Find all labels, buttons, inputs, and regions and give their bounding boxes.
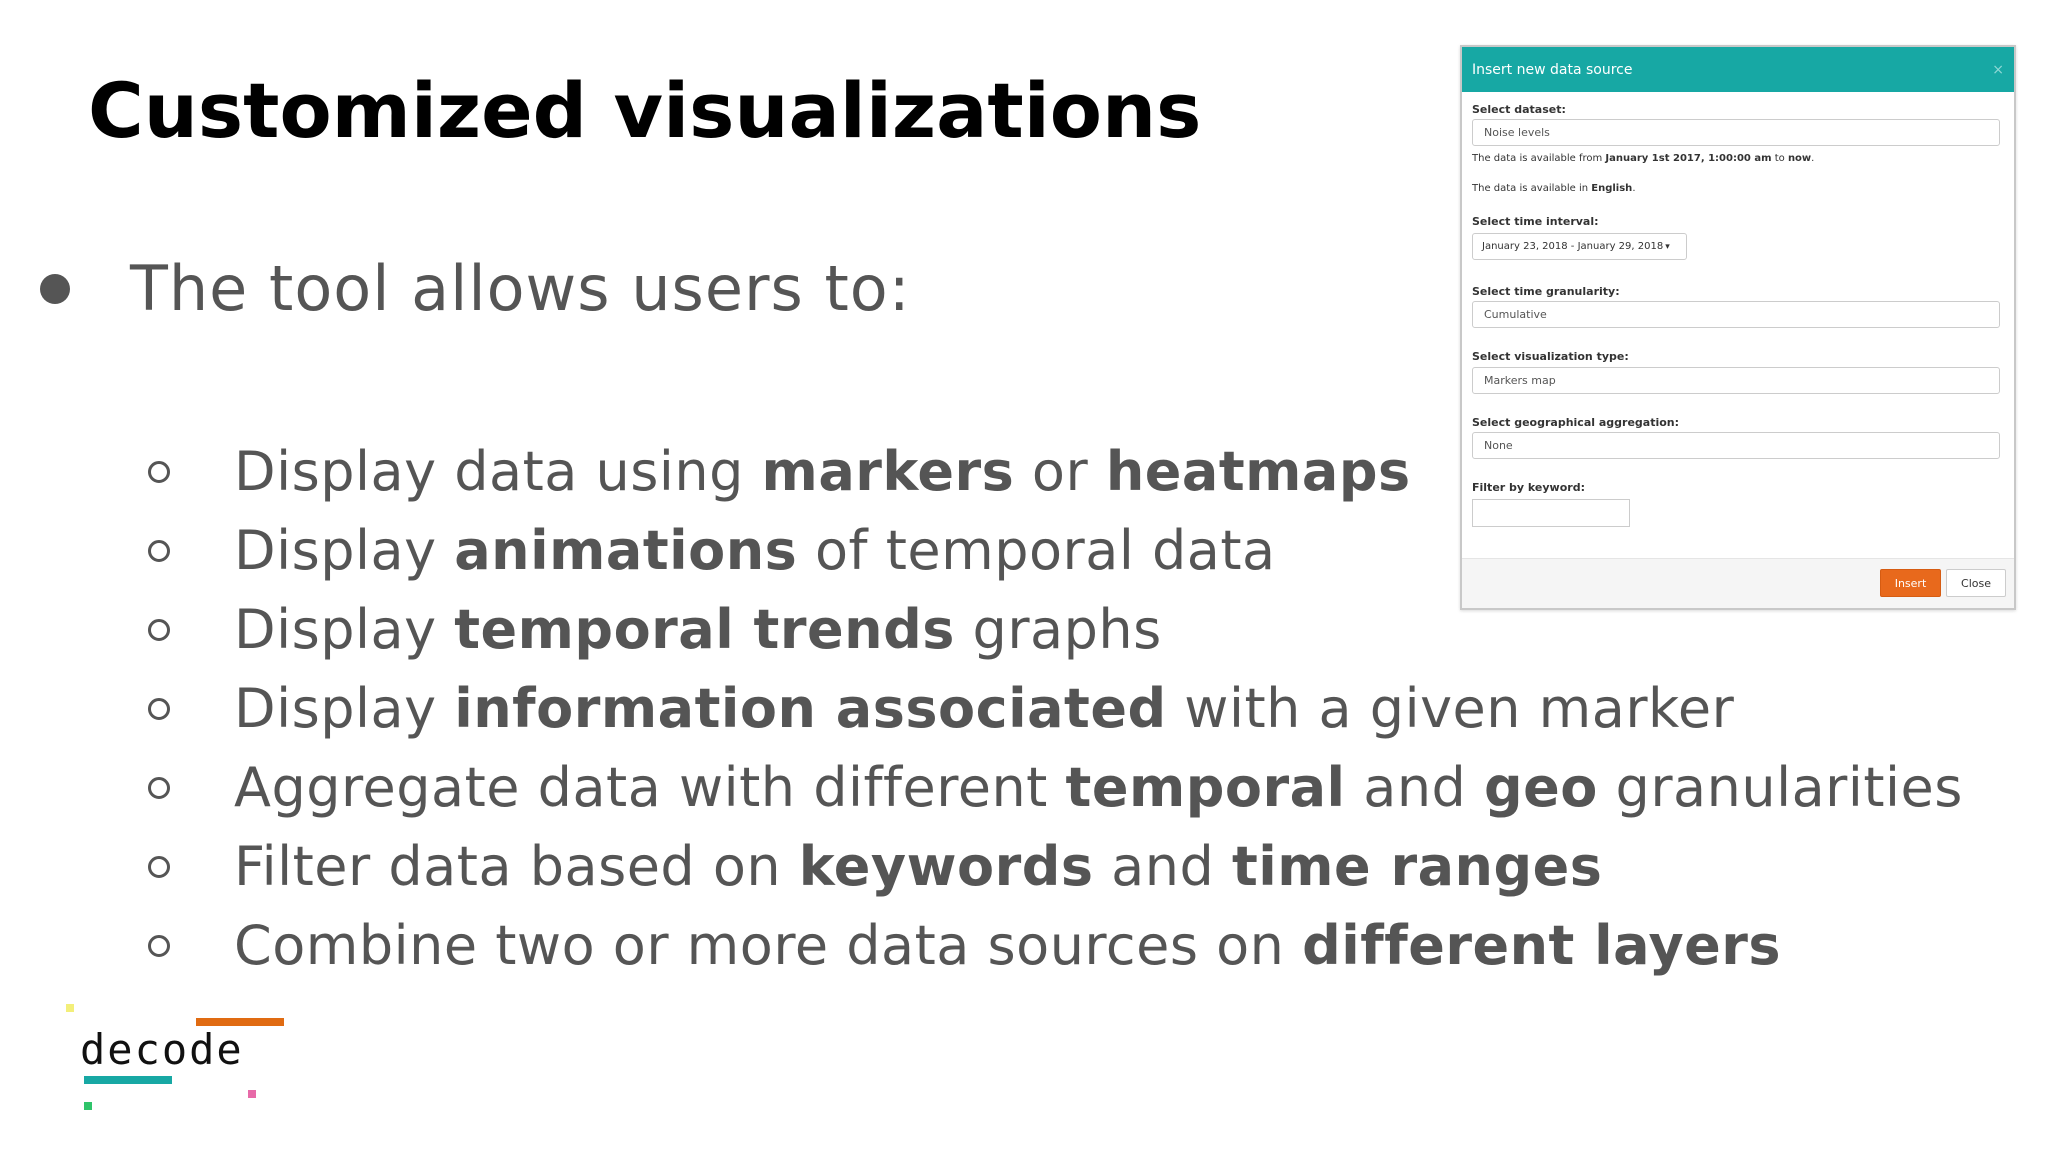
availability-from: January 1st 2017, 1:00:00 am: [1605, 153, 1772, 164]
granularity-label: Select time granularity:: [1472, 285, 1620, 298]
logo-yellow-square: [66, 1004, 74, 1012]
bold-segment: temporal trends: [454, 598, 955, 661]
keyword-label: Filter by keyword:: [1472, 481, 1585, 494]
bold-segment: geo: [1484, 756, 1598, 819]
logo-teal-bar: [84, 1076, 172, 1084]
insert-button[interactable]: Insert: [1880, 569, 1941, 597]
availability-text: The data is available from January 1st 2…: [1472, 153, 1814, 164]
availability-prefix: The data is available from: [1472, 153, 1606, 164]
availability-mid: to: [1771, 153, 1788, 164]
text-segment: Combine two or more data sources on: [234, 914, 1303, 977]
bold-segment: animations: [454, 519, 798, 582]
decode-logo: decode: [60, 996, 300, 1116]
hollow-circle-bullet-icon: [148, 539, 170, 562]
hollow-circle-bullet-icon: [148, 618, 170, 641]
bold-segment: heatmaps: [1105, 440, 1411, 503]
text-segment: Display: [234, 598, 455, 661]
text-segment: Display: [234, 677, 455, 740]
dataset-select[interactable]: Noise levels: [1472, 119, 2000, 146]
close-icon[interactable]: ×: [1992, 62, 2004, 78]
text-segment: with a given marker: [1166, 677, 1735, 740]
logo-text: decode: [80, 1025, 244, 1074]
bold-segment: time ranges: [1231, 835, 1603, 898]
text-segment: or: [1014, 440, 1106, 503]
bold-segment: information associated: [454, 677, 1167, 740]
sub-bullet-item: Aggregate data with different temporal a…: [148, 748, 1963, 827]
geo-aggregation-select[interactable]: None: [1472, 432, 2000, 459]
dialog-footer: Insert Close: [1462, 558, 2014, 608]
availability-to: now: [1787, 153, 1812, 164]
dialog-header: Insert new data source ×: [1462, 47, 2014, 92]
granularity-select[interactable]: Cumulative: [1472, 301, 2000, 328]
hollow-circle-bullet-icon: [148, 776, 170, 799]
text-segment: Filter data based on: [234, 835, 799, 898]
vis-type-select[interactable]: Markers map: [1472, 367, 2000, 394]
bold-segment: temporal: [1065, 756, 1346, 819]
logo-pink-square: [248, 1090, 256, 1098]
caret-down-icon: ▾: [1665, 241, 1670, 252]
sub-bullet-text: Filter data based on keywords and time r…: [234, 835, 1602, 898]
text-segment: Display data using: [234, 440, 762, 503]
keyword-input[interactable]: [1472, 499, 1630, 527]
geo-aggregation-label: Select geographical aggregation:: [1472, 416, 1680, 429]
hollow-circle-bullet-icon: [148, 460, 170, 483]
bold-segment: markers: [761, 440, 1015, 503]
main-bullet: The tool allows users to:: [40, 252, 911, 325]
language-prefix: The data is available in: [1472, 183, 1592, 194]
sub-bullet-text: Aggregate data with different temporal a…: [234, 756, 1963, 819]
dataset-label: Select dataset:: [1472, 103, 1566, 116]
hollow-circle-bullet-icon: [148, 934, 170, 957]
close-button[interactable]: Close: [1946, 569, 2006, 597]
logo-green-square: [84, 1102, 92, 1110]
bullet-dot-icon: [40, 273, 70, 304]
text-segment: granularities: [1597, 756, 1963, 819]
language-end: .: [1632, 183, 1636, 194]
sub-bullet-text: Display temporal trends graphs: [234, 598, 1162, 661]
insert-data-source-dialog: Insert new data source × Select dataset:…: [1460, 45, 2016, 610]
dialog-title: Insert new data source: [1472, 61, 1633, 78]
text-segment: and: [1093, 835, 1232, 898]
main-bullet-text: The tool allows users to:: [130, 252, 911, 325]
text-segment: and: [1345, 756, 1484, 819]
sub-bullet-text: Display information associated with a gi…: [234, 677, 1734, 740]
sub-bullet-text: Display animations of temporal data: [234, 519, 1276, 582]
sub-bullet-text: Display data using markers or heatmaps: [234, 440, 1411, 503]
language-value: English: [1591, 183, 1633, 194]
hollow-circle-bullet-icon: [148, 855, 170, 878]
sub-bullet-item: Filter data based on keywords and time r…: [148, 827, 1963, 906]
time-interval-value: January 23, 2018 - January 29, 2018: [1482, 241, 1664, 252]
text-segment: Aggregate data with different: [234, 756, 1066, 819]
sub-bullet-text: Combine two or more data sources on diff…: [234, 914, 1781, 977]
text-segment: graphs: [954, 598, 1162, 661]
slide-title: Customized visualizations: [88, 66, 1202, 155]
interval-label: Select time interval:: [1472, 215, 1599, 228]
language-text: The data is available in English.: [1472, 183, 1636, 194]
sub-bullet-item: Display information associated with a gi…: [148, 669, 1963, 748]
availability-end: .: [1811, 153, 1815, 164]
bold-segment: different layers: [1302, 914, 1782, 977]
dialog-body: Select dataset: Noise levels The data is…: [1462, 92, 2014, 557]
sub-bullet-item: Combine two or more data sources on diff…: [148, 906, 1963, 985]
text-segment: Display: [234, 519, 455, 582]
text-segment: of temporal data: [797, 519, 1276, 582]
time-interval-picker[interactable]: January 23, 2018 - January 29, 2018 ▾: [1472, 233, 1687, 260]
decode-logo-graphic: decode: [66, 1004, 284, 1110]
vis-type-label: Select visualization type:: [1472, 350, 1629, 363]
hollow-circle-bullet-icon: [148, 697, 170, 720]
bold-segment: keywords: [798, 835, 1094, 898]
